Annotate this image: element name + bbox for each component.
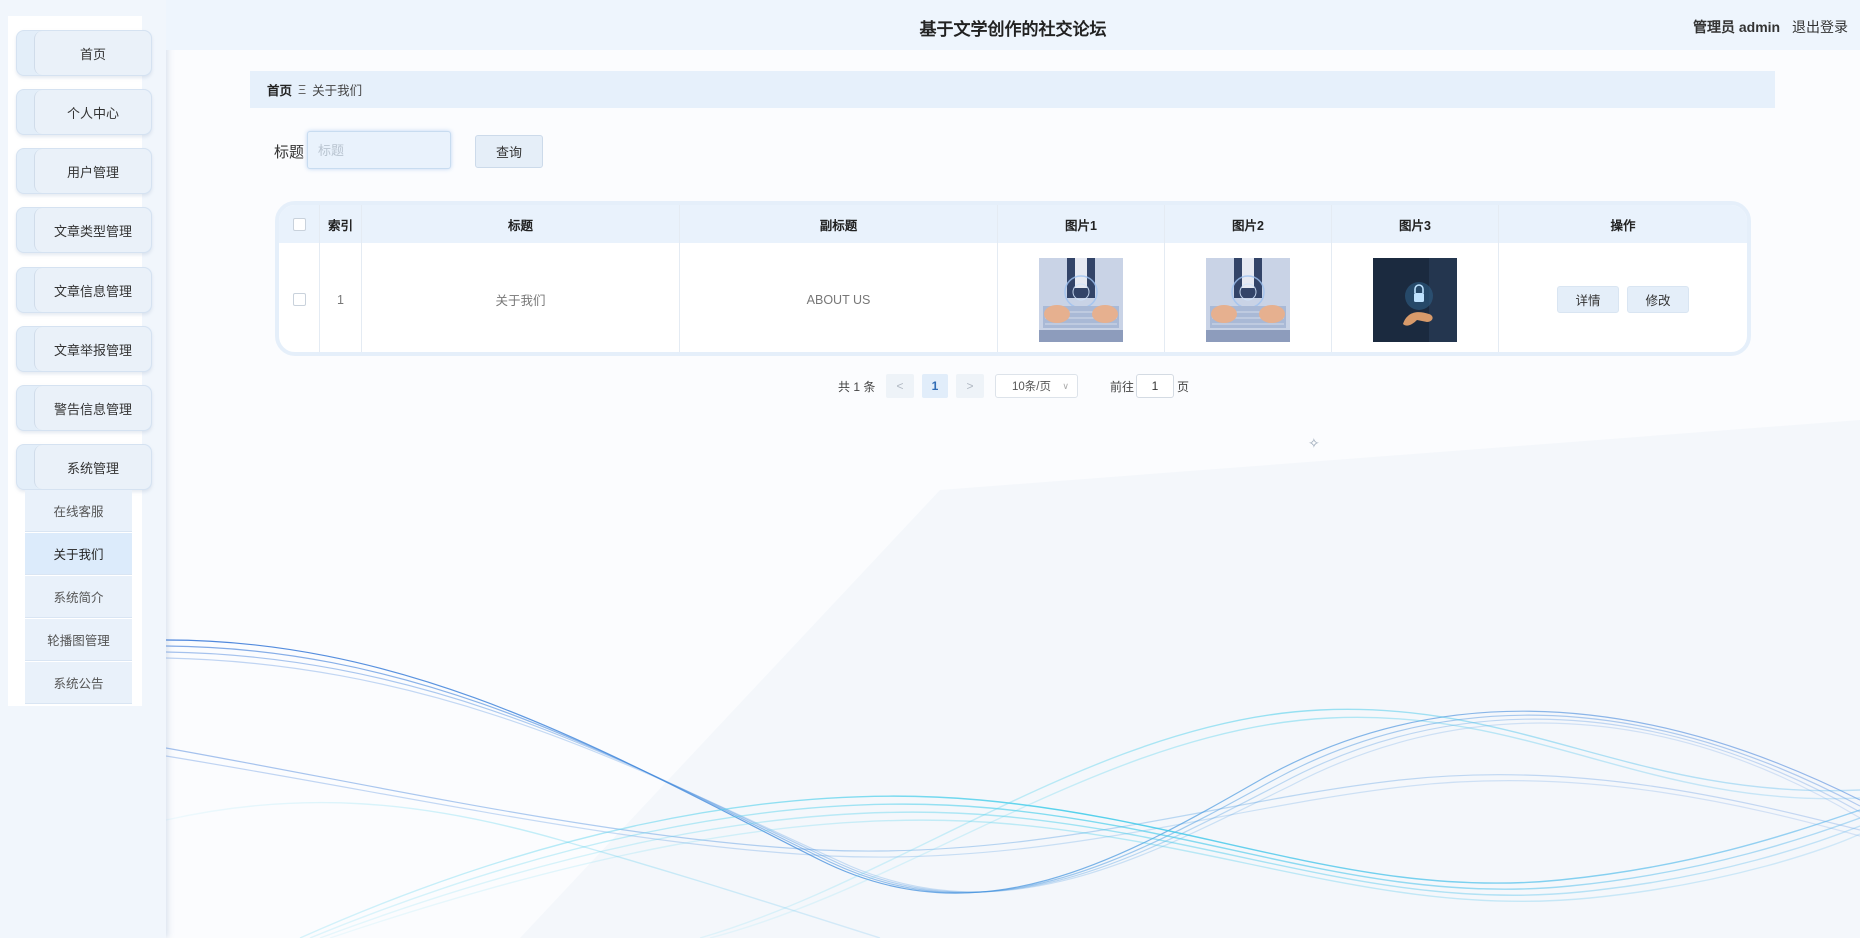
sidebar-item-label: 系统管理 (34, 445, 151, 489)
pagination-total: 共 1 条 (838, 379, 876, 394)
hands-typing-keyboard-image[interactable] (1206, 257, 1290, 342)
data-table: 索引 标题 副标题 图片1 图片2 图片3 操作 1 关于我们 ABOUT US (275, 201, 1751, 356)
prev-page-button[interactable]: < (886, 374, 914, 398)
sidebar-item-label: 文章类型管理 (34, 208, 151, 252)
submenu-item-label: 在线客服 (53, 505, 104, 519)
page-number-button[interactable]: 1 (922, 374, 948, 398)
chevron-down-icon: ∨ (1062, 381, 1069, 391)
sidebar-item-label: 个人中心 (34, 90, 151, 134)
submenu-item-label: 系统公告 (53, 677, 104, 691)
user-role-label: 管理员 admin (1692, 19, 1781, 35)
cell-image3 (1332, 243, 1499, 352)
row-select-cell (279, 243, 320, 352)
pagination: 共 1 条 < 1 > 10条/页 ∨ 前往 页 (0, 374, 1860, 398)
submenu-item-carousel-management[interactable]: 轮播图管理 (25, 619, 132, 661)
sidebar-item-article-type-management[interactable]: 文章类型管理 (16, 207, 152, 253)
goto-label: 前往 (1110, 379, 1135, 394)
svg-text:✧: ✧ (1308, 436, 1320, 452)
breadcrumb-separator-icon: Ξ (298, 82, 307, 97)
sidebar-item-label: 文章信息管理 (34, 268, 151, 312)
column-header: 图片2 (1165, 205, 1332, 243)
header-select-all (279, 205, 320, 243)
column-header: 标题 (362, 205, 680, 243)
next-page-button[interactable]: > (956, 374, 984, 398)
breadcrumb-home-link[interactable]: 首页 (267, 80, 292, 99)
sidebar-item-label: 用户管理 (34, 149, 151, 193)
user-area: 管理员 admin 退出登录 (1693, 17, 1848, 37)
breadcrumb-current: 关于我们 (312, 84, 363, 98)
sidebar-item-home[interactable]: 首页 (16, 30, 152, 76)
submenu-item-label: 关于我们 (53, 548, 104, 562)
submenu-item-system-announcement[interactable]: 系统公告 (25, 662, 132, 704)
cell-title: 关于我们 (362, 243, 680, 352)
search-title-input[interactable] (307, 131, 451, 169)
sidebar-item-label: 首页 (34, 31, 151, 75)
cell-subtitle: ABOUT US (680, 243, 998, 352)
column-header: 索引 (320, 205, 362, 243)
sidebar-item-system-management[interactable]: 系统管理 (16, 444, 152, 490)
top-header: 基于文学创作的社交论坛 管理员 admin 退出登录 (166, 0, 1860, 50)
sidebar-item-label: 文章举报管理 (34, 327, 151, 371)
select-all-checkbox[interactable] (292, 217, 306, 231)
submenu-item-about-us[interactable]: 关于我们 (25, 533, 132, 575)
column-header: 图片1 (998, 205, 1165, 243)
sidebar-item-user-management[interactable]: 用户管理 (16, 148, 152, 194)
cell-image1 (998, 243, 1165, 352)
sidebar-item-personal-center[interactable]: 个人中心 (16, 89, 152, 135)
edit-button[interactable]: 修改 (1627, 286, 1689, 313)
page-size-select[interactable]: 10条/页 ∨ (995, 374, 1078, 398)
cell-index: 1 (320, 243, 362, 352)
hand-holding-lock-image[interactable] (1373, 257, 1457, 342)
cell-actions: 详情 修改 (1499, 243, 1747, 352)
column-header: 副标题 (680, 205, 998, 243)
sidebar-item-article-info-management[interactable]: 文章信息管理 (16, 267, 152, 313)
search-button[interactable]: 查询 (475, 135, 543, 168)
detail-button[interactable]: 详情 (1557, 286, 1619, 313)
row-checkbox[interactable] (292, 293, 306, 306)
submenu-item-system-intro[interactable]: 系统简介 (25, 576, 132, 618)
breadcrumb: 首页 Ξ 关于我们 (250, 71, 1775, 108)
page-size-value: 10条/页 (1012, 381, 1051, 393)
submenu-item-online-service[interactable]: 在线客服 (25, 490, 132, 532)
submenu-item-label: 系统简介 (53, 591, 104, 605)
logout-link[interactable]: 退出登录 (1792, 19, 1848, 35)
page-unit-label: 页 (1177, 379, 1190, 394)
hands-typing-keyboard-image[interactable] (1039, 257, 1123, 342)
submenu-item-label: 轮播图管理 (47, 634, 110, 648)
cell-image2 (1165, 243, 1332, 352)
goto-page-input[interactable] (1136, 374, 1174, 398)
column-header: 操作 (1610, 218, 1636, 233)
search-title-label: 标题 (274, 144, 305, 161)
app-title: 基于文学创作的社交论坛 (919, 20, 1107, 39)
column-header: 图片3 (1332, 205, 1499, 243)
sidebar: 首页 个人中心 用户管理 文章类型管理 文章信息管理 文章举报管理 警告信息管理… (0, 0, 166, 938)
sidebar-item-article-report-management[interactable]: 文章举报管理 (16, 326, 152, 372)
